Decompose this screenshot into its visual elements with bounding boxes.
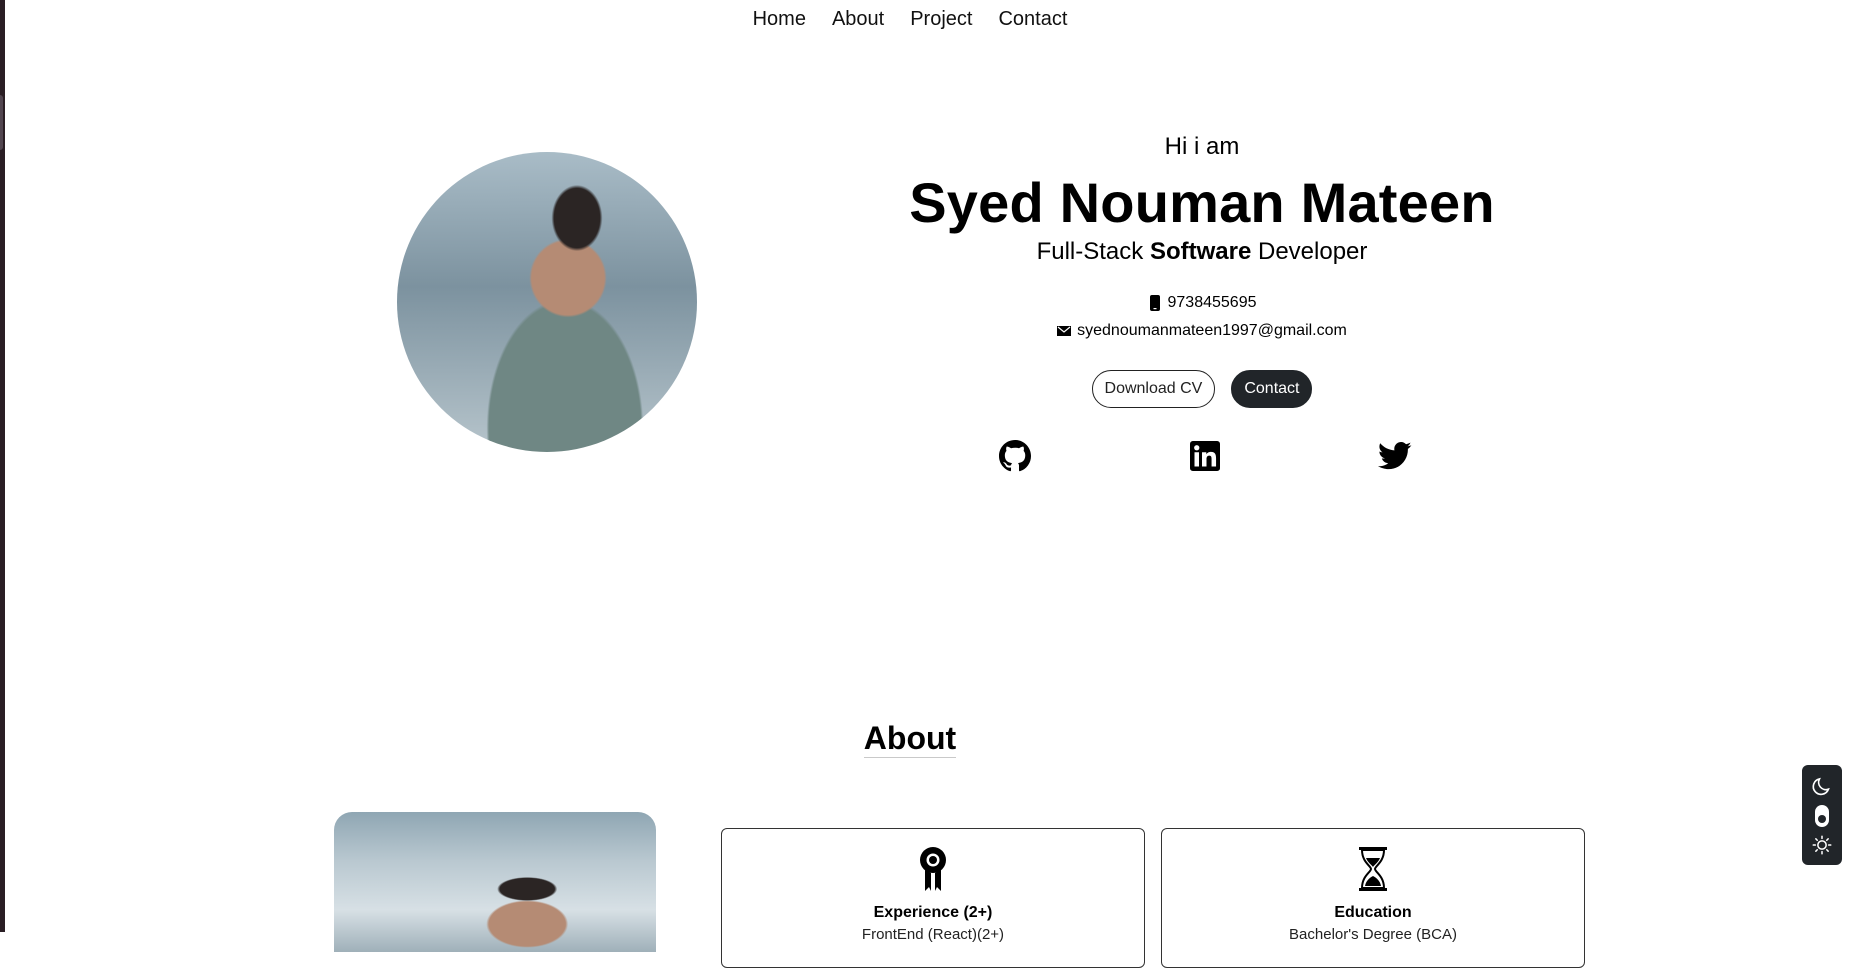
download-cv-button[interactable]: Download CV xyxy=(1091,370,1216,408)
award-icon xyxy=(722,846,1144,894)
github-icon[interactable] xyxy=(995,436,1035,476)
phone-number: 9738455695 xyxy=(1167,294,1257,311)
toggle-icon[interactable] xyxy=(1814,804,1830,828)
email-row: syednoumanmateen1997@gmail.com xyxy=(902,322,1502,340)
education-subtitle: Bachelor's Degree (BCA) xyxy=(1289,926,1457,943)
nav-project[interactable]: Project xyxy=(910,8,972,31)
education-title: Education xyxy=(1334,904,1412,921)
twitter-icon[interactable] xyxy=(1375,436,1415,476)
education-card: Education Bachelor's Degree (BCA) xyxy=(1161,828,1585,968)
left-edge-tab xyxy=(0,95,3,150)
about-photo xyxy=(334,812,656,952)
role-prefix: Full-Stack xyxy=(1036,238,1144,265)
hourglass-icon xyxy=(1162,846,1584,894)
mail-icon xyxy=(1057,323,1072,339)
hero-buttons: Download CV Contact xyxy=(902,370,1502,408)
experience-card: Experience (2+) FrontEnd (React)(2+) xyxy=(721,828,1145,968)
phone-icon xyxy=(1148,295,1162,311)
profile-photo xyxy=(397,152,697,452)
sun-icon[interactable] xyxy=(1812,835,1832,855)
moon-icon[interactable] xyxy=(1811,775,1833,797)
theme-switcher xyxy=(1802,765,1842,865)
nav-about[interactable]: About xyxy=(832,8,884,31)
contact-button[interactable]: Contact xyxy=(1231,370,1313,408)
nav-contact[interactable]: Contact xyxy=(998,8,1067,31)
experience-title: Experience (2+) xyxy=(873,904,993,921)
nav-home[interactable]: Home xyxy=(753,8,806,31)
role-emphasis: Software xyxy=(1149,238,1252,265)
linkedin-icon[interactable] xyxy=(1185,436,1225,476)
hero-name: Syed Nouman Mateen xyxy=(909,171,1495,234)
phone-row: 9738455695 xyxy=(902,294,1502,312)
top-nav: Home About Project Contact xyxy=(0,8,1835,31)
role-suffix: Developer xyxy=(1257,238,1368,265)
email-address: syednoumanmateen1997@gmail.com xyxy=(1077,322,1347,339)
about-section-title: About xyxy=(0,720,1835,758)
hero-role: Full-Stack Software Developer xyxy=(902,238,1502,266)
experience-subtitle: FrontEnd (React)(2+) xyxy=(861,926,1005,943)
greeting-text: Hi i am xyxy=(1164,133,1240,160)
about-heading: About xyxy=(863,720,957,758)
